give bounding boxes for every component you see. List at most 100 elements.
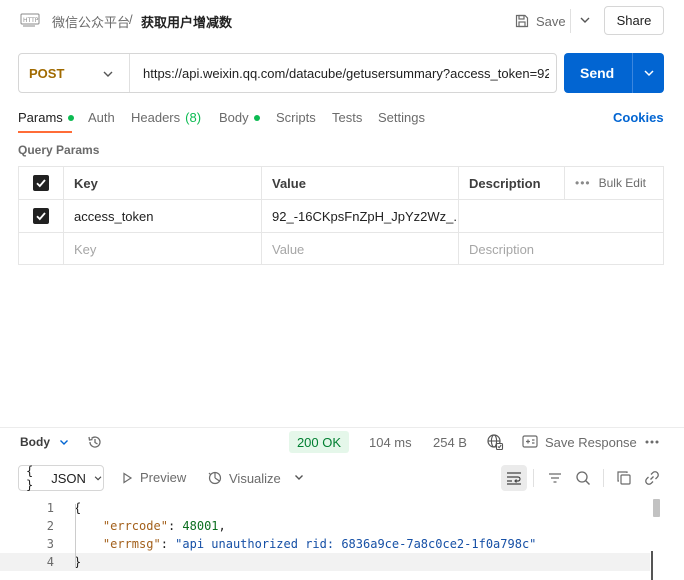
tab-tests[interactable]: Tests: [332, 110, 362, 125]
breadcrumb-collection[interactable]: 微信公众平台: [52, 12, 130, 31]
param-key-cell[interactable]: access_token: [64, 200, 262, 232]
share-button[interactable]: Share: [604, 6, 664, 35]
tab-settings[interactable]: Settings: [378, 110, 425, 125]
line-number: 2: [46, 519, 54, 533]
save-response-button[interactable]: Save Response: [545, 435, 637, 450]
chevron-down-icon[interactable]: [101, 67, 115, 81]
code-line-current: 4 }: [0, 553, 650, 571]
json-braces-icon: { }: [26, 464, 34, 492]
response-body-label[interactable]: Body: [20, 435, 50, 449]
tab-label: Settings: [378, 110, 425, 125]
wrap-lines-button[interactable]: [501, 465, 527, 491]
tab-params[interactable]: Params: [18, 110, 74, 125]
request-title[interactable]: 获取用户增减数: [141, 12, 232, 31]
method-select[interactable]: POST: [29, 66, 64, 81]
tab-headers[interactable]: Headers (8): [131, 110, 201, 125]
toolbar-divider: [533, 469, 534, 487]
save-button[interactable]: Save: [514, 10, 566, 32]
select-all-cell: [19, 167, 64, 199]
editor-scrollbar[interactable]: [653, 499, 660, 517]
tab-scripts[interactable]: Scripts: [276, 110, 316, 125]
preview-button[interactable]: Preview: [121, 470, 186, 485]
history-icon[interactable]: [87, 434, 103, 450]
send-button[interactable]: Send: [564, 53, 664, 93]
indent-guide: [75, 504, 76, 568]
more-options-icon[interactable]: [644, 435, 660, 449]
tab-label: Auth: [88, 110, 115, 125]
visualize-icon: [208, 471, 222, 485]
chevron-down-icon: [94, 476, 102, 481]
save-response-icon: [522, 435, 538, 448]
toolbar-divider: [603, 469, 604, 487]
line-number: 4: [46, 555, 54, 569]
tab-body[interactable]: Body: [219, 110, 260, 125]
filter-icon[interactable]: [547, 470, 563, 486]
response-divider: [0, 427, 684, 428]
json-value: 48001: [182, 519, 219, 533]
chevron-down-icon[interactable]: [293, 471, 305, 483]
params-table: Key Value Description ••• Bulk Edit acce…: [18, 166, 664, 265]
row-checkbox-cell: [19, 200, 64, 232]
chevron-down-icon[interactable]: [578, 13, 592, 27]
url-input[interactable]: https://api.weixin.qq.com/datacube/getus…: [143, 66, 549, 81]
format-select[interactable]: { } JSON: [18, 464, 104, 492]
copy-icon[interactable]: [616, 470, 632, 486]
cookies-link[interactable]: Cookies: [613, 110, 664, 125]
send-divider: [632, 53, 633, 93]
description-placeholder[interactable]: Description: [459, 233, 663, 265]
send-label: Send: [580, 65, 615, 81]
preview-label: Preview: [140, 470, 187, 485]
status-badge[interactable]: 200 OK: [289, 431, 349, 453]
tab-label: Headers: [131, 110, 181, 125]
column-header-key: Key: [64, 167, 262, 199]
table-row-empty: Key Value Description: [19, 233, 663, 266]
chevron-down-icon[interactable]: [58, 436, 70, 448]
line-number: 3: [46, 537, 54, 551]
column-header-description: Description: [459, 167, 565, 199]
url-divider: [129, 54, 130, 92]
value-placeholder[interactable]: Value: [262, 233, 459, 265]
visualize-button[interactable]: Visualize: [207, 470, 281, 486]
url-bar: POST https://api.weixin.qq.com/datacube/…: [18, 53, 557, 93]
code-line: 3 "errmsg": "api unauthorized rid: 6836a…: [0, 535, 650, 553]
param-description-cell[interactable]: [459, 200, 663, 232]
check-icon: [36, 212, 46, 221]
tab-auth[interactable]: Auth: [88, 110, 115, 125]
json-comma: ,: [218, 519, 226, 533]
table-header-row: Key Value Description ••• Bulk Edit: [19, 167, 663, 200]
line-number: 1: [46, 501, 54, 515]
active-dot: [67, 114, 74, 121]
code-line: 1 {: [0, 499, 650, 517]
select-all-checkbox[interactable]: [33, 175, 49, 191]
json-value: "api unauthorized rid: 6836a9ce-7a8c0ce2…: [175, 537, 537, 551]
response-size[interactable]: 254 B: [433, 435, 467, 450]
tab-label: Body: [219, 110, 249, 125]
chevron-down-icon[interactable]: [642, 66, 656, 80]
code-text: "errcode": 48001,: [102, 519, 226, 533]
play-icon: [123, 471, 133, 484]
visualize-label: Visualize: [229, 470, 281, 486]
code-line: 2 "errcode": 48001,: [0, 517, 650, 535]
bulk-edit-cell: ••• Bulk Edit: [565, 167, 663, 199]
json-key: "errcode": [102, 519, 168, 533]
network-globe-icon[interactable]: [486, 433, 504, 451]
response-body-editor[interactable]: 1 { 2 "errcode": 48001, 3 "errmsg": "api…: [0, 497, 684, 580]
key-placeholder[interactable]: Key: [64, 233, 262, 265]
bulk-edit-link[interactable]: Bulk Edit: [599, 176, 646, 190]
link-icon[interactable]: [644, 470, 660, 486]
editor-scrollbar-thumb[interactable]: [651, 551, 660, 580]
svg-text:HTTP: HTTP: [23, 17, 39, 24]
check-icon: [36, 179, 46, 188]
tab-label: Tests: [332, 110, 363, 125]
response-time[interactable]: 104 ms: [369, 435, 412, 450]
more-dots-icon[interactable]: •••: [575, 176, 591, 190]
tab-label: Params: [18, 110, 63, 125]
active-tab-indicator: [18, 131, 72, 133]
headers-count: (8): [185, 110, 202, 125]
request-header: HTTP 微信公众平台 / 获取用户增减数 Save Share: [0, 0, 684, 42]
param-value-cell[interactable]: 92_-16CKpsFnZpH_JpYz2Wz_...: [262, 200, 459, 232]
query-params-title: Query Params: [18, 143, 100, 157]
search-icon[interactable]: [575, 470, 591, 486]
row-checkbox[interactable]: [33, 208, 49, 224]
save-label: Save: [536, 13, 566, 29]
